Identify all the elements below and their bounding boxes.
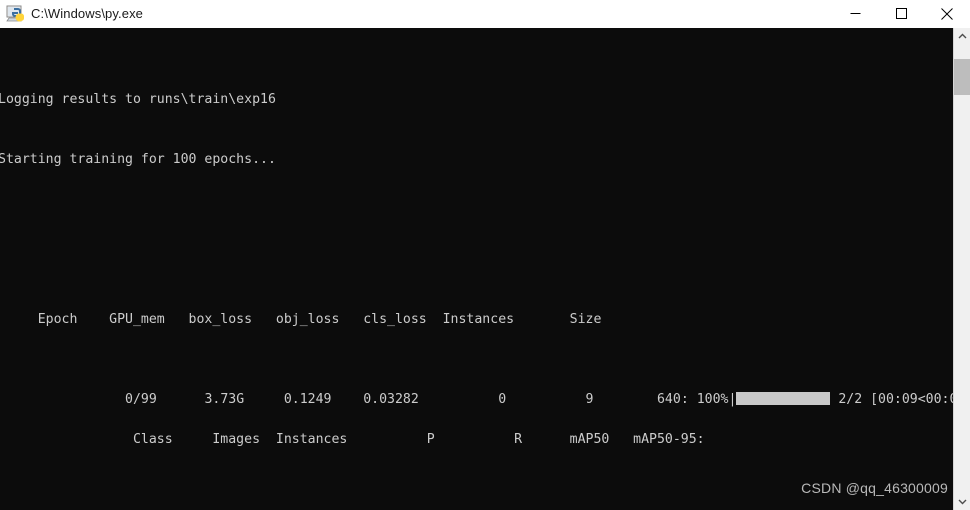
train-row: 0/99 3.73G 0.1249 0.03282 0 9 640: 100%|… — [0, 370, 970, 407]
log-line-starting: Starting training for 100 epochs... — [0, 152, 276, 167]
vertical-scrollbar[interactable] — [953, 28, 970, 510]
train-row-values: 0/99 3.73G 0.1249 0.03282 0 9 640: 100%| — [61, 392, 737, 407]
maximize-button[interactable] — [878, 0, 924, 28]
close-button[interactable] — [924, 0, 970, 28]
console-text: Logging results to runs\train\exp16 Star… — [0, 28, 970, 510]
python-exe-icon — [5, 4, 27, 24]
window-titlebar: C:\Windows\py.exe — [0, 0, 970, 28]
scrollbar-track[interactable] — [954, 45, 970, 493]
scrollbar-thumb[interactable] — [954, 59, 970, 95]
train-row-tail: 2/2 [00:09<00:00, 4.77 — [838, 392, 970, 407]
chevron-up-icon[interactable] — [954, 28, 970, 45]
console-window: C:\Windows\py.exe Logging results to run… — [0, 0, 970, 510]
window-controls — [832, 0, 970, 28]
console-output-area[interactable]: Logging results to runs\train\exp16 Star… — [0, 28, 970, 510]
train-progress-bar — [736, 392, 831, 405]
window-title: C:\Windows\py.exe — [31, 6, 143, 21]
log-line-logging: Logging results to runs\train\exp16 — [0, 92, 276, 107]
minimize-button[interactable] — [832, 0, 878, 28]
train-header: Epoch GPU_mem box_loss obj_loss cls_loss… — [0, 312, 602, 327]
val-header: Class Images Instances P R mAP50 mAP50-9… — [0, 432, 713, 447]
watermark: CSDN @qq_46300009 — [801, 480, 948, 496]
chevron-down-icon[interactable] — [954, 493, 970, 510]
